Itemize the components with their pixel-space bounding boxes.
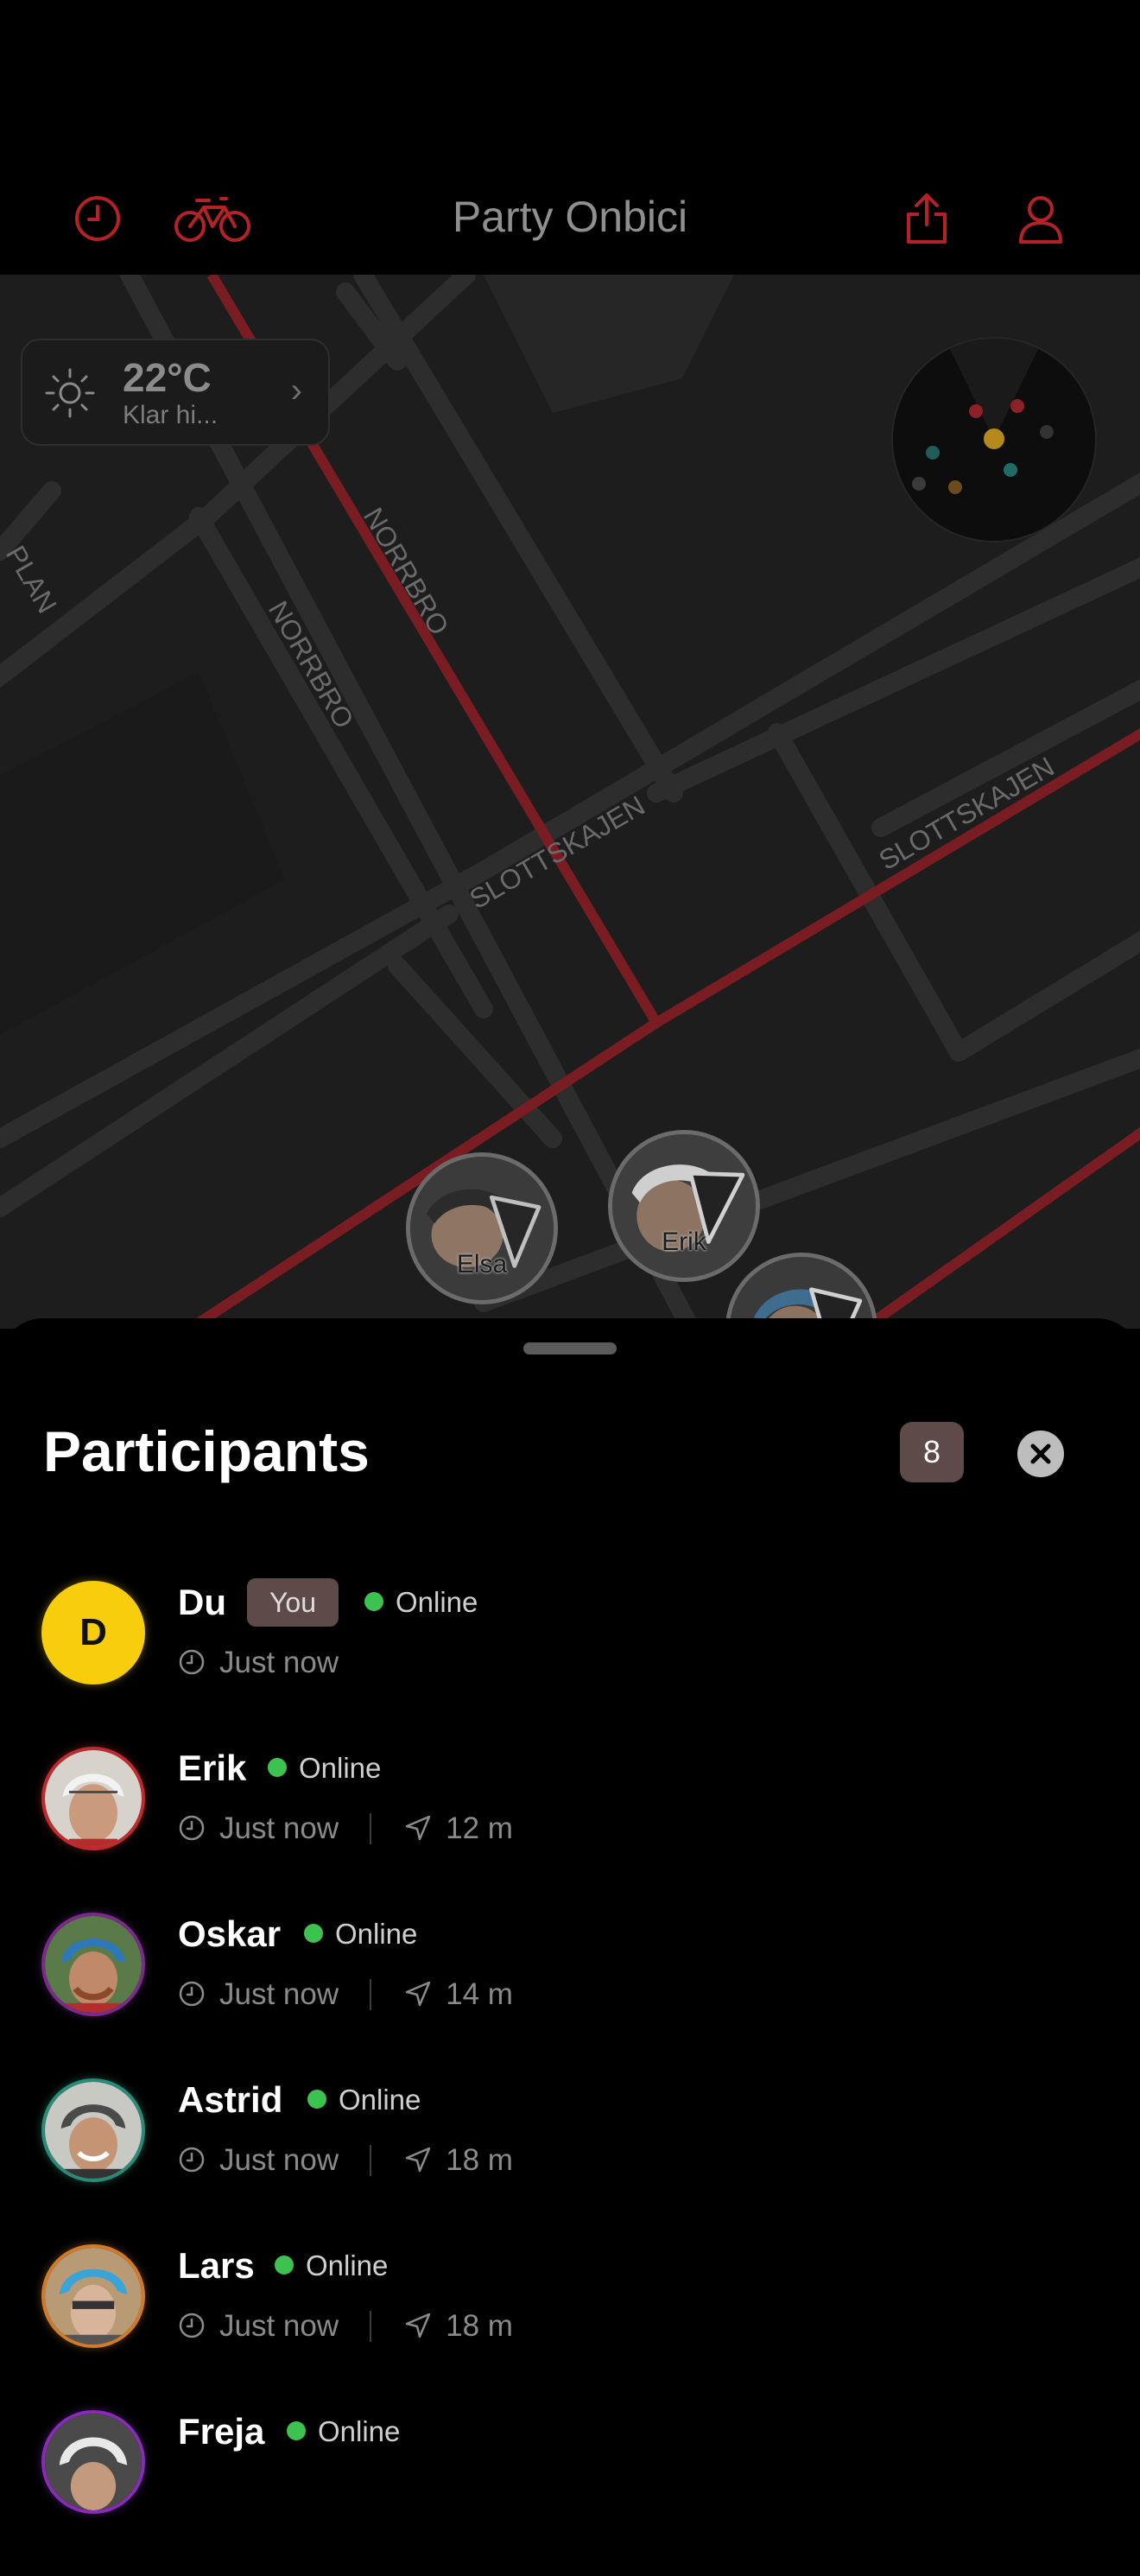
avatar-initial: D <box>79 1611 107 1653</box>
profile-icon[interactable] <box>1010 188 1071 249</box>
divider <box>370 1978 372 2010</box>
clock-icon <box>179 1981 205 2006</box>
participant-row[interactable]: Oskar Online Just now 14 m <box>0 1913 1140 2078</box>
avatar <box>41 1913 145 2016</box>
distance: 18 m <box>446 2143 513 2177</box>
navigation-arrow-icon <box>405 2147 431 2172</box>
sun-icon <box>45 368 95 418</box>
distance: 18 m <box>446 2309 513 2343</box>
avatar: D <box>41 1581 145 1685</box>
weather-temperature: 22°C <box>123 355 212 400</box>
participants-sheet: Participants 8 D Du You Online Just now … <box>0 1318 1140 2514</box>
last-seen: Just now <box>219 2309 339 2343</box>
online-dot-icon <box>268 1758 287 1778</box>
weather-widget[interactable]: 22°C Klar hi... › <box>21 339 330 446</box>
navigation-arrow-icon <box>405 1815 431 1840</box>
online-dot-icon <box>304 1924 323 1944</box>
online-status: Online <box>287 2410 400 2453</box>
clock-icon <box>179 1649 205 1674</box>
avatar-photo <box>45 2414 142 2510</box>
radar-dot <box>912 477 926 491</box>
divider <box>370 1812 372 1844</box>
participant-meta: Just now <box>178 1641 339 1685</box>
online-status: Online <box>307 2078 421 2122</box>
close-button[interactable] <box>1017 1431 1064 1477</box>
participant-name: Lars <box>178 2245 255 2286</box>
share-icon[interactable] <box>896 188 957 249</box>
participant-meta: Just now 12 m <box>178 1807 513 1850</box>
participant-marker-partial[interactable] <box>725 1253 877 1329</box>
avatar <box>41 2410 145 2514</box>
radar-dot <box>926 446 940 460</box>
participant-marker-elsa[interactable]: Elsa <box>406 1152 558 1304</box>
avatar <box>41 2078 145 2182</box>
avatar-photo <box>45 1916 142 2013</box>
street-label: NORRBRO <box>358 503 455 641</box>
participant-row[interactable]: Erik Online Just now 12 m <box>0 1747 1140 1913</box>
distance: 12 m <box>446 1811 513 1845</box>
radar-dot-self <box>984 428 1004 449</box>
participant-row[interactable]: D Du You Online Just now <box>0 1578 1140 1747</box>
top-bar: Party Onbici <box>0 0 1140 275</box>
navigation-arrow-icon <box>405 2313 431 2338</box>
participant-name: Oskar <box>178 1913 282 1954</box>
participant-row[interactable]: Lars Online Just now 18 m <box>0 2244 1140 2410</box>
app-title: Party Onbici <box>452 193 688 241</box>
clock-icon <box>179 1815 205 1840</box>
online-dot-icon <box>307 2090 326 2110</box>
avatar-photo <box>45 2248 142 2344</box>
online-status: Online <box>304 1913 417 1956</box>
participant-name: Freja <box>178 2411 265 2452</box>
clock-icon <box>179 2313 205 2338</box>
street-label: SLOTTSKAJEN <box>465 790 650 915</box>
last-seen: Just now <box>219 1977 339 2011</box>
radar-dot <box>1004 463 1017 477</box>
participant-meta: Just now 18 m <box>178 2305 513 2348</box>
avatar-photo <box>45 2082 142 2179</box>
you-badge: You <box>247 1578 339 1627</box>
participant-meta: Just now 14 m <box>178 1973 513 2016</box>
radar-dot <box>1010 399 1024 413</box>
divider <box>370 2310 372 2342</box>
online-status: Online <box>364 1581 478 1624</box>
online-dot-icon <box>287 2421 306 2441</box>
last-seen: Just now <box>219 1811 339 1845</box>
participant-meta: Just now 18 m <box>178 2139 513 2182</box>
street-label: PLAN <box>0 541 63 619</box>
close-icon <box>1030 1443 1051 1464</box>
online-dot-icon <box>275 2256 294 2275</box>
participant-row[interactable]: Freja Online <box>0 2410 1140 2576</box>
chevron-right-icon: › <box>290 371 302 409</box>
last-seen: Just now <box>219 1646 339 1679</box>
sheet-title: Participants <box>43 1419 370 1483</box>
avatar <box>41 2244 145 2348</box>
clock-icon <box>179 2147 205 2172</box>
radar-dot <box>948 480 962 494</box>
radar-dot <box>1040 425 1054 439</box>
marker-label: Erik <box>662 1228 706 1256</box>
marker-label: Elsa <box>456 1250 508 1278</box>
avatar-photo <box>45 1750 142 1847</box>
avatar <box>41 1747 145 1850</box>
participant-count-badge: 8 <box>900 1422 964 1482</box>
navigation-arrow-icon <box>405 1981 431 2006</box>
distance: 14 m <box>446 1977 513 2011</box>
online-dot-icon <box>364 1592 383 1612</box>
weather-condition: Klar hi... <box>123 401 218 429</box>
radar-dot <box>969 404 983 418</box>
drag-handle[interactable] <box>523 1342 617 1355</box>
participant-name: Erik <box>178 1748 247 1788</box>
participant-row[interactable]: Astrid Online Just now 18 m <box>0 2078 1140 2244</box>
online-status: Online <box>275 2244 388 2287</box>
radar-minimap[interactable] <box>891 337 1097 542</box>
participant-name: Astrid <box>178 2079 283 2120</box>
divider <box>370 2144 372 2176</box>
online-status: Online <box>268 1747 381 1790</box>
participant-name: Du <box>178 1582 226 1622</box>
last-seen: Just now <box>219 2143 339 2177</box>
